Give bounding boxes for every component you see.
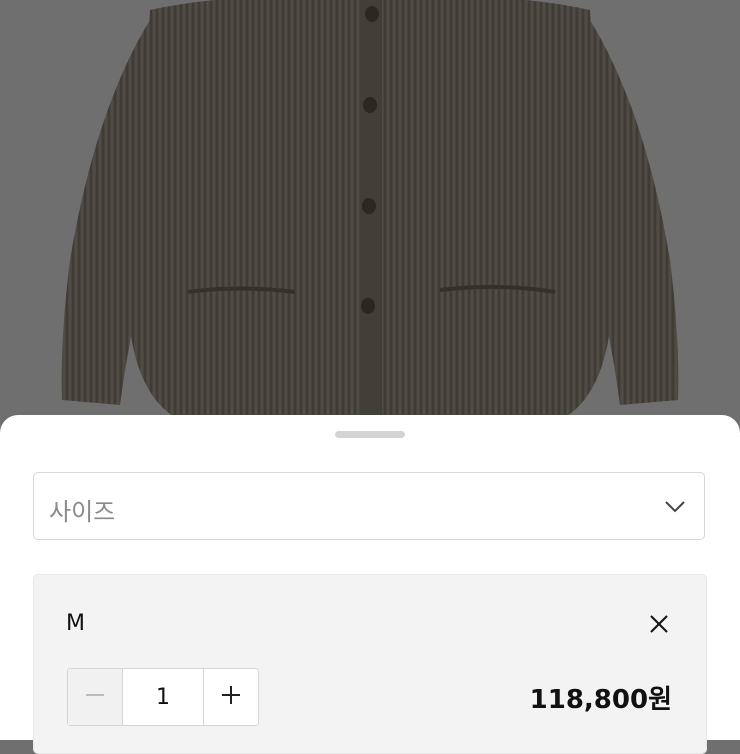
close-icon[interactable]	[648, 613, 670, 635]
size-select-placeholder: 사이즈	[49, 498, 116, 526]
size-select[interactable]: 사이즈	[33, 472, 705, 540]
cardigan-photo	[0, 0, 740, 470]
option-name: M	[66, 611, 85, 636]
option-bottom-sheet: 사이즈 M 1 118,800원	[0, 415, 740, 754]
decrease-button[interactable]	[68, 669, 123, 725]
quantity-value[interactable]: 1	[122, 669, 204, 725]
increase-button[interactable]	[204, 669, 258, 725]
plus-icon	[220, 684, 242, 710]
quantity-stepper: 1	[67, 668, 259, 726]
selected-option-card: M 1 118,800원	[33, 574, 707, 754]
chevron-down-icon	[664, 495, 686, 521]
minus-icon	[84, 684, 106, 710]
option-price: 118,800원	[529, 685, 672, 715]
drag-handle[interactable]	[335, 431, 405, 438]
product-image	[0, 0, 740, 470]
